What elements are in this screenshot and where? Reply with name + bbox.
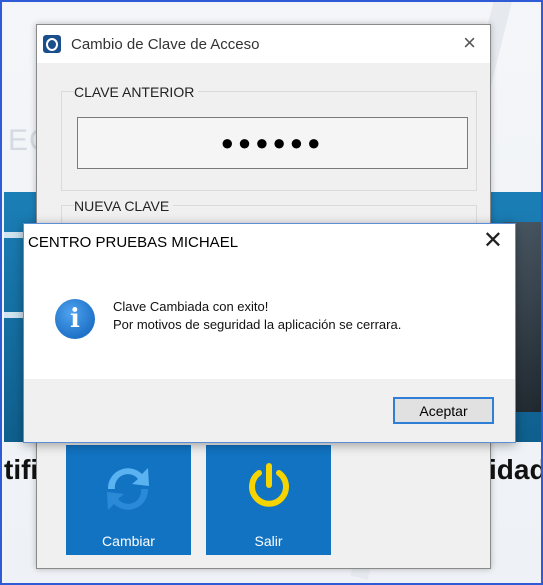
info-icon: i bbox=[55, 299, 95, 339]
background-label-right: idad bbox=[489, 454, 543, 485]
old-password-field[interactable]: ●●●●●● bbox=[77, 117, 468, 169]
old-password-label: CLAVE ANTERIOR bbox=[74, 84, 199, 100]
app-icon bbox=[43, 35, 61, 53]
change-button-label: Cambiar bbox=[102, 533, 155, 549]
new-password-label: NUEVA CLAVE bbox=[74, 198, 174, 214]
change-button[interactable]: Cambiar bbox=[66, 445, 191, 555]
accept-button[interactable]: Aceptar bbox=[393, 397, 494, 424]
dialog-body: i Clave Cambiada con exito! Por motivos … bbox=[24, 260, 515, 380]
exit-button-label: Salir bbox=[254, 533, 283, 549]
exit-button[interactable]: Salir bbox=[206, 445, 331, 555]
message-dialog: CENTRO PRUEBAS MICHAEL ✕ i Clave Cambiad… bbox=[23, 223, 516, 443]
password-mask: ●●●●●● bbox=[220, 130, 325, 155]
window-title-bar[interactable]: Cambio de Clave de Acceso × bbox=[37, 25, 490, 63]
close-icon[interactable]: × bbox=[463, 32, 476, 54]
dialog-message-line-1: Clave Cambiada con exito! bbox=[113, 299, 269, 314]
close-icon[interactable]: ✕ bbox=[483, 229, 503, 253]
refresh-icon bbox=[107, 468, 149, 510]
dialog-title: CENTRO PRUEBAS MICHAEL bbox=[28, 233, 239, 251]
screenshot-frame: EC tific idad Cambio de Clave de Acceso … bbox=[0, 0, 543, 585]
dialog-message-line-2: Por motivos de seguridad la aplicación s… bbox=[113, 317, 402, 332]
power-icon bbox=[249, 463, 289, 507]
dialog-footer: Aceptar bbox=[24, 379, 515, 442]
window-title: Cambio de Clave de Acceso bbox=[71, 35, 260, 53]
dialog-title-bar[interactable]: CENTRO PRUEBAS MICHAEL ✕ bbox=[24, 224, 515, 260]
